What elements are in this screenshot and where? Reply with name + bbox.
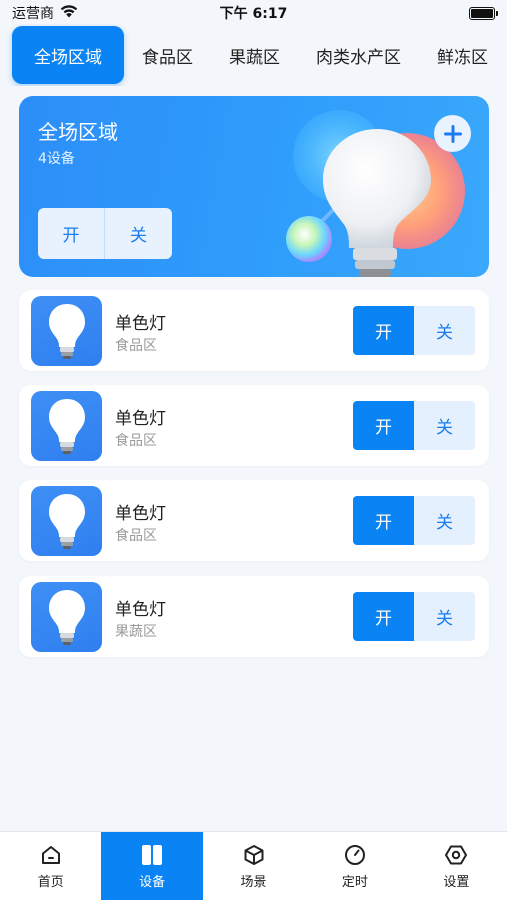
device-on-button[interactable]: 开: [353, 306, 414, 355]
nav-scenes[interactable]: 场景: [203, 832, 304, 900]
nav-devices-label: 设备: [139, 874, 166, 890]
device-zone: 食品区: [115, 338, 157, 354]
nav-home-label: 首页: [37, 874, 64, 890]
device-off-button[interactable]: 关: [414, 306, 475, 355]
timer-icon: [343, 843, 367, 867]
device-zone: 食品区: [115, 528, 157, 544]
device-power-controls: 开 关: [353, 401, 475, 450]
bulb-thumbnail: [31, 391, 102, 461]
status-left: 运营商: [12, 3, 78, 23]
settings-icon: [444, 843, 468, 867]
device-power-controls: 开 关: [353, 306, 475, 355]
tab-all-zones[interactable]: 全场区域: [12, 26, 124, 84]
zone-summary-card: 全场区域 4设备 开 关: [19, 96, 489, 277]
nav-timer-label: 定时: [341, 874, 368, 890]
plus-icon: [443, 124, 462, 143]
device-name: 单色灯: [115, 314, 166, 334]
devices-icon: [140, 843, 164, 867]
bulb-icon: [48, 494, 85, 549]
bulb-thumbnail: [31, 486, 102, 556]
bulb-thumbnail: [31, 582, 102, 652]
nav-settings-label: 设置: [443, 874, 470, 890]
zone-power-controls: 开 关: [38, 208, 172, 259]
battery-icon: [469, 6, 498, 20]
device-card[interactable]: 单色灯 食品区 开 关: [19, 290, 489, 371]
device-off-button[interactable]: 关: [414, 496, 475, 545]
tab-produce-zone[interactable]: 果蔬区: [211, 26, 298, 84]
device-power-controls: 开 关: [353, 496, 475, 545]
tab-meat-seafood-zone[interactable]: 肉类水产区: [298, 26, 419, 84]
wifi-icon: [60, 4, 78, 22]
device-name: 单色灯: [115, 409, 166, 429]
bulb-icon: [48, 304, 85, 359]
nav-settings[interactable]: 设置: [406, 832, 507, 900]
zone-on-button[interactable]: 开: [38, 208, 105, 259]
device-power-controls: 开 关: [353, 592, 475, 641]
carrier-label: 运营商: [12, 6, 54, 22]
nav-devices[interactable]: 设备: [101, 832, 203, 900]
bulb-thumbnail: [31, 296, 102, 366]
device-on-button[interactable]: 开: [353, 401, 414, 450]
device-name: 单色灯: [115, 600, 166, 620]
bulb-icon: [48, 590, 85, 645]
add-device-button[interactable]: [434, 115, 471, 152]
nav-home[interactable]: 首页: [0, 832, 101, 900]
bulb-icon: [48, 399, 85, 454]
device-card[interactable]: 单色灯 食品区 开 关: [19, 385, 489, 466]
device-on-button[interactable]: 开: [353, 592, 414, 641]
device-on-button[interactable]: 开: [353, 496, 414, 545]
cube-icon: [242, 843, 266, 867]
tab-frozen-zone[interactable]: 鲜冻区: [419, 26, 506, 84]
device-count: 4设备: [38, 151, 75, 167]
home-icon: [39, 843, 63, 867]
device-off-button[interactable]: 关: [414, 592, 475, 641]
nav-timer[interactable]: 定时: [304, 832, 405, 900]
status-bar: 运营商 下午 6:17: [0, 0, 507, 26]
device-card[interactable]: 单色灯 食品区 开 关: [19, 480, 489, 561]
device-name: 单色灯: [115, 504, 166, 524]
zone-off-button[interactable]: 关: [105, 208, 172, 259]
nav-scenes-label: 场景: [240, 874, 267, 890]
device-zone: 果蔬区: [115, 624, 157, 640]
tab-food-zone[interactable]: 食品区: [124, 26, 211, 84]
device-off-button[interactable]: 关: [414, 401, 475, 450]
zone-tabs: 全场区域 食品区 果蔬区 肉类水产区 鲜冻区: [0, 24, 507, 86]
bottom-nav: 首页 设备 场景 定时 设置: [0, 831, 507, 900]
device-card[interactable]: 单色灯 果蔬区 开 关: [19, 576, 489, 657]
device-zone: 食品区: [115, 433, 157, 449]
zone-title: 全场区域: [38, 120, 118, 144]
